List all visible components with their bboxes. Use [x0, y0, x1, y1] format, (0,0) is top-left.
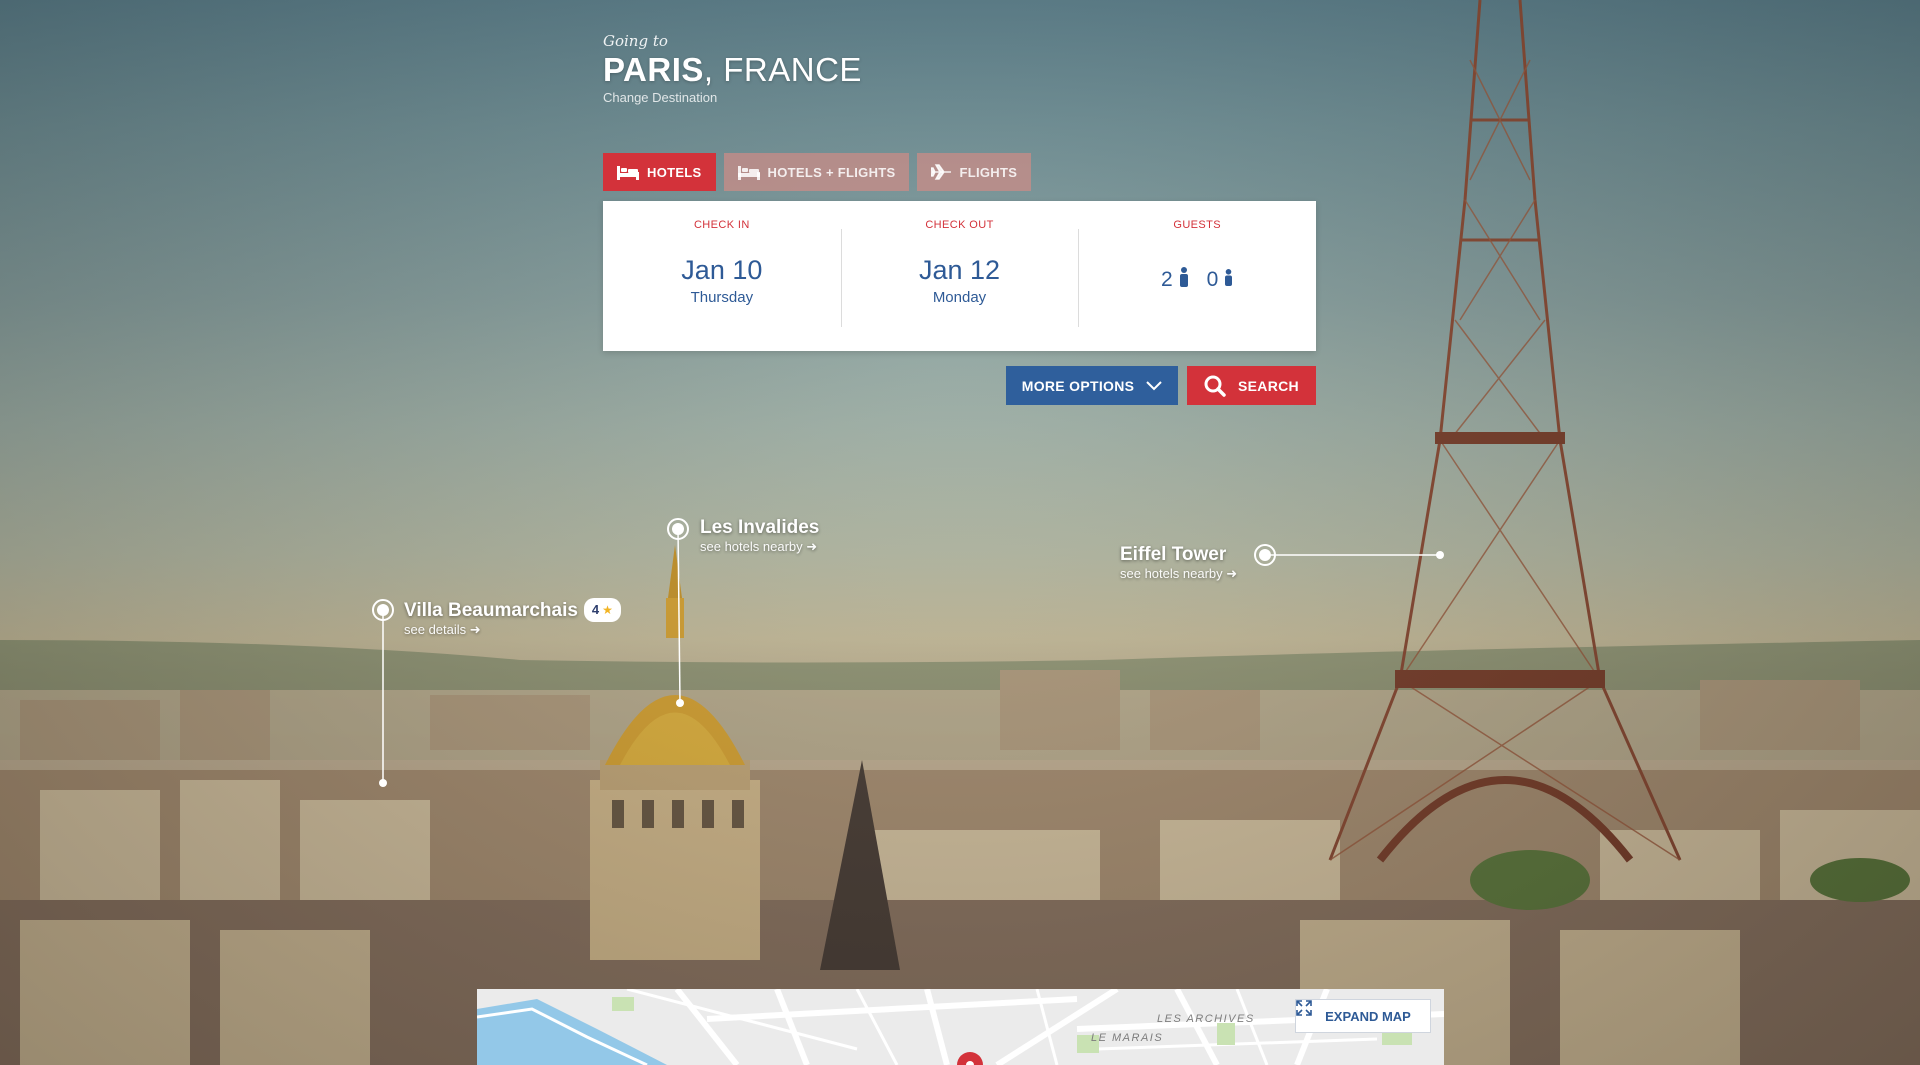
adults-value: 2: [1160, 268, 1173, 291]
search-button-label: SEARCH: [1238, 377, 1299, 394]
expand-map-label: EXPAND MAP: [1325, 1008, 1411, 1024]
chevron-down-icon: [1146, 380, 1162, 391]
guests-counts: 2 0: [1078, 267, 1316, 293]
map-label-les-archives: LES ARCHIVES: [1157, 1013, 1255, 1025]
plane-icon: [931, 164, 952, 180]
check-in-day: Thursday: [690, 289, 754, 306]
bed-icon: [737, 164, 760, 180]
children-count[interactable]: 0: [1207, 268, 1234, 292]
guests-label: GUESTS: [1173, 219, 1221, 231]
star-icon: ★: [602, 603, 613, 617]
tab-hotels-label: HOTELS: [647, 164, 702, 180]
tab-hotels-flights[interactable]: HOTELS + FLIGHTS: [723, 153, 910, 191]
adults-count[interactable]: 2: [1161, 267, 1189, 293]
bed-icon: [617, 164, 639, 180]
more-options-button[interactable]: MORE OPTIONS: [1006, 366, 1178, 405]
search-icon: [1204, 375, 1226, 397]
see-hotels-nearby-link[interactable]: see hotels nearby ➜: [1120, 566, 1237, 582]
map-preview[interactable]: LES ARCHIVES LE MARAIS EXPAND MAP: [477, 989, 1444, 1065]
landmark-name: Les Invalides: [700, 517, 820, 538]
see-hotels-nearby-link[interactable]: see hotels nearby ➜: [700, 539, 819, 555]
destination-title: PARIS, FRANCE: [603, 52, 862, 88]
see-details-link[interactable]: see details ➜: [404, 622, 621, 638]
rating-badge: 4 ★: [583, 598, 621, 622]
landmark-villa-beaumarchais[interactable]: Villa Beaumarchais 4 ★ see details ➜: [404, 598, 621, 638]
search-button[interactable]: SEARCH: [1187, 366, 1316, 405]
destination-city: PARIS: [603, 51, 704, 88]
search-type-tabs: HOTELS HOTELS + FLIGHTS FLIGHTS: [603, 153, 1032, 191]
expand-map-button[interactable]: EXPAND MAP: [1295, 999, 1431, 1033]
landmark-name: Eiffel Tower: [1120, 544, 1227, 565]
check-in-field[interactable]: CHECK IN Jan 10 Thursday: [603, 201, 841, 351]
check-out-field[interactable]: CHECK OUT Jan 12 Monday: [840, 201, 1079, 351]
more-options-label: MORE OPTIONS: [1021, 377, 1135, 394]
adult-person-icon: [1179, 267, 1189, 293]
guests-field[interactable]: GUESTS 2 0: [1078, 201, 1316, 351]
check-out-day: Monday: [932, 289, 987, 306]
search-card: CHECK IN Jan 10 Thursday CHECK OUT Jan 1…: [603, 201, 1316, 351]
check-out-label: CHECK OUT: [925, 219, 994, 231]
tab-flights[interactable]: FLIGHTS: [917, 153, 1032, 191]
destination-country: , FRANCE: [703, 51, 862, 88]
hotel-name-row: Villa Beaumarchais 4 ★: [404, 598, 621, 622]
check-out-date: Jan 12: [918, 255, 1001, 285]
tab-hotels-flights-label: HOTELS + FLIGHTS: [767, 164, 896, 180]
tab-hotels[interactable]: HOTELS: [603, 153, 716, 191]
child-person-icon: [1224, 268, 1233, 292]
destination-header: Going to PARIS, FRANCE Change Destinatio…: [603, 32, 862, 105]
landmark-eiffel-tower[interactable]: Eiffel Tower see hotels nearby ➜: [1120, 544, 1237, 582]
check-in-date: Jan 10: [681, 255, 763, 285]
change-destination-link[interactable]: Change Destination: [603, 90, 862, 105]
children-value: 0: [1206, 268, 1219, 291]
tab-flights-label: FLIGHTS: [959, 164, 1018, 180]
landmark-les-invalides[interactable]: Les Invalides see hotels nearby ➜: [700, 517, 819, 555]
rating-value: 4: [591, 602, 600, 617]
map-label-le-marais: LE MARAIS: [1091, 1032, 1164, 1044]
check-in-label: CHECK IN: [693, 219, 750, 231]
going-to-label: Going to: [603, 32, 668, 50]
hotel-name: Villa Beaumarchais: [404, 600, 578, 621]
